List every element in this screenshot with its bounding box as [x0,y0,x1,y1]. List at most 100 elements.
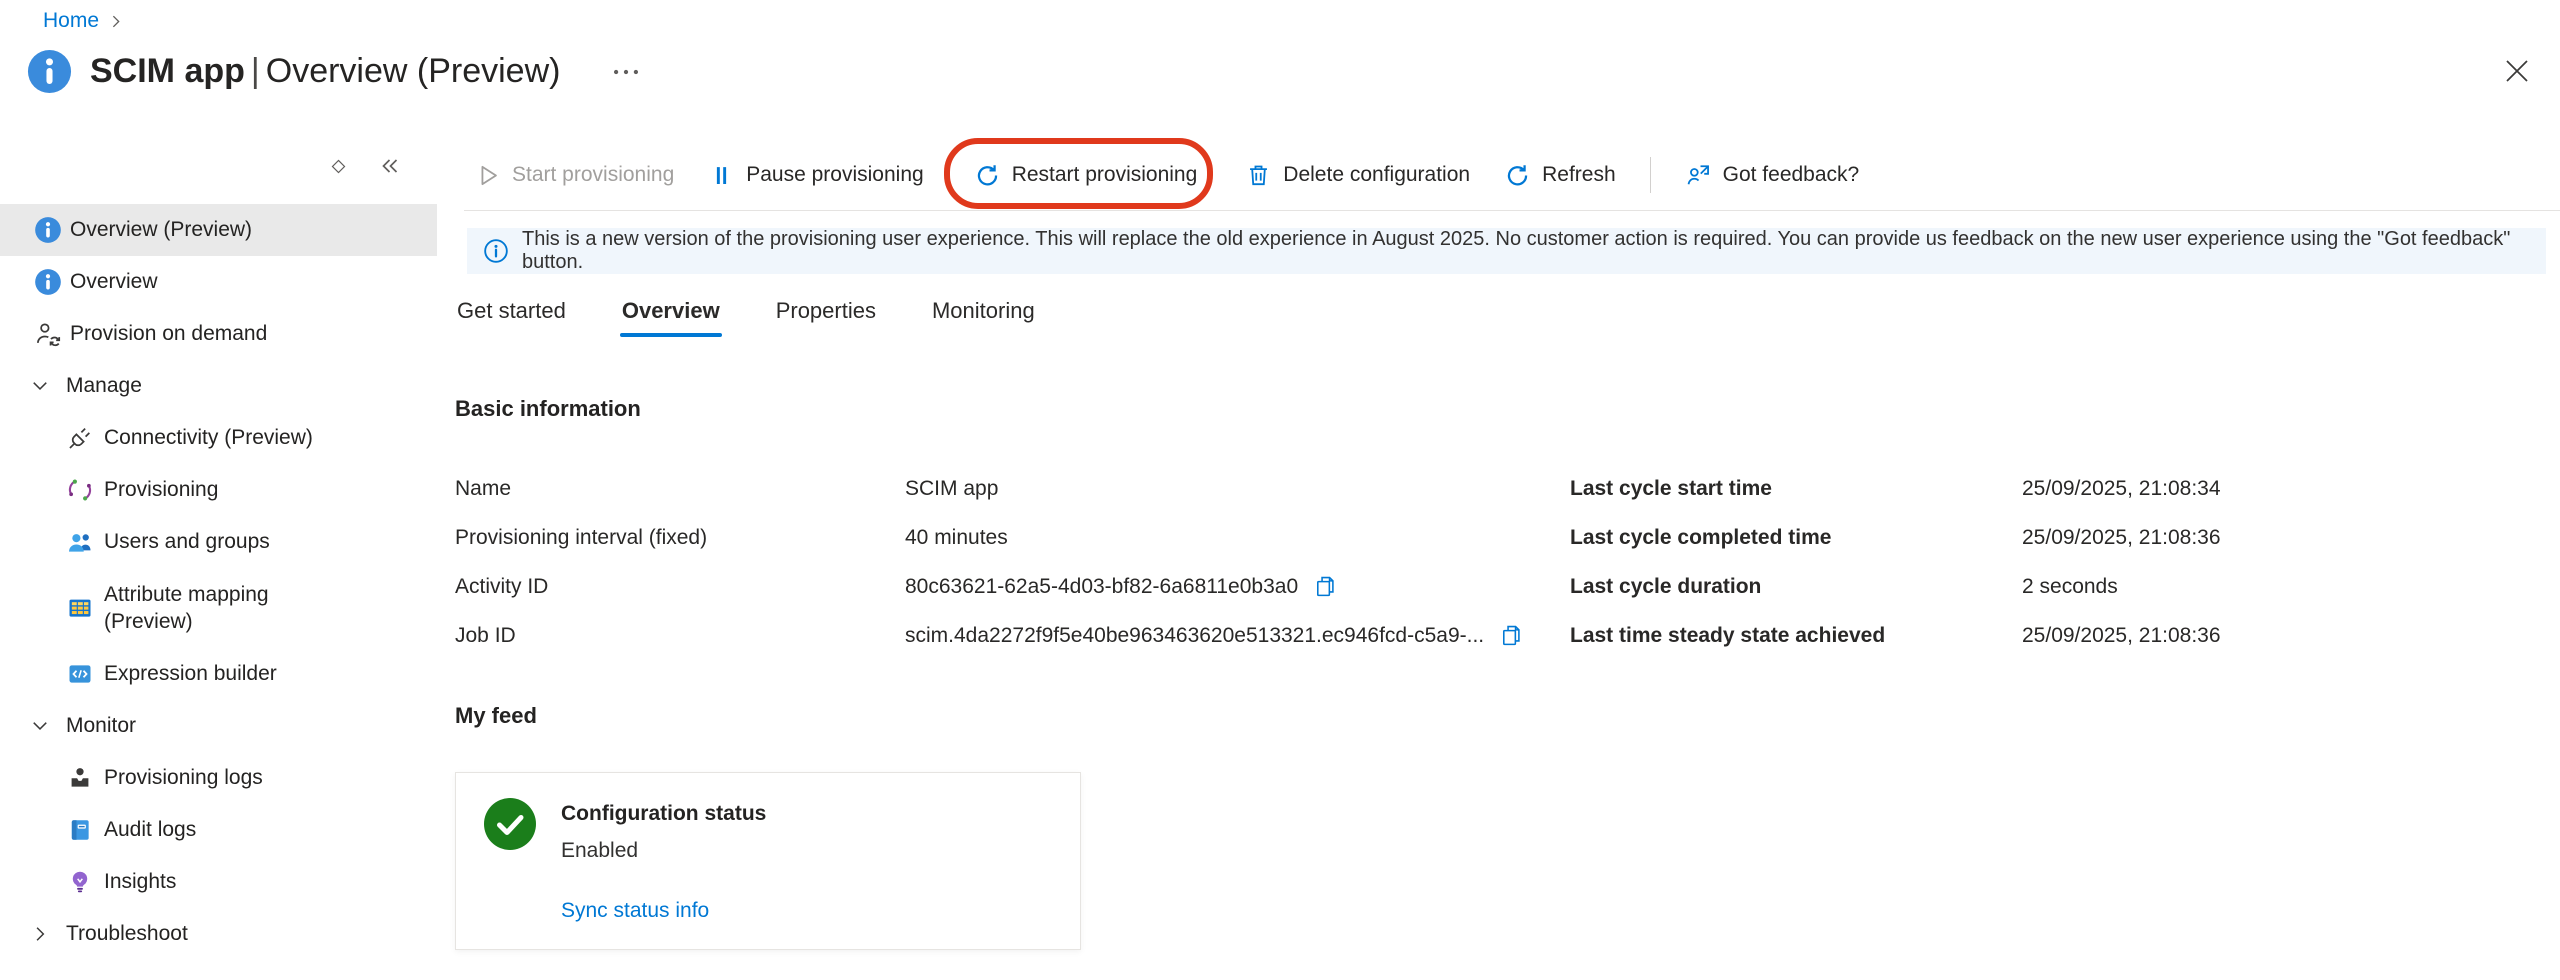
sync-status-info-link[interactable]: Sync status info [561,899,709,923]
info-value: 80c63621-62a5-4d03-bf82-6a6811e0b3a0 [905,574,1570,599]
command-bar: Start provisioning Pause provisioning Rest… [437,140,2560,210]
app-info-icon [26,48,73,95]
sidebar-item-label: Connectivity (Preview) [104,424,313,451]
app-name: SCIM app [90,52,245,90]
audit-logs-icon [66,816,94,844]
refresh-icon [1504,162,1531,189]
connectivity-icon [66,424,94,452]
sidebar-item-audit-logs[interactable]: Audit logs [0,804,437,856]
status-value: Enabled [561,839,766,863]
info-value: SCIM app [905,477,1570,501]
breadcrumb-home-link[interactable]: Home [43,9,99,33]
toolbar-button-label: Restart provisioning [1012,163,1198,187]
info-value: scim.4da2272f9f5e40be963463620e513321.ec… [905,623,1570,648]
view-name: Overview (Preview) [266,52,561,90]
info-label: Last cycle start time [1570,477,2022,501]
sidebar-item-label: Provisioning logs [104,764,263,791]
sidebar-item-provision-on-demand[interactable]: Provision on demand [0,308,437,360]
chevron-down-icon [30,376,50,396]
sidebar-item-insights[interactable]: Insights [0,856,437,908]
sidebar-item-overview-preview-[interactable]: Overview (Preview) [0,204,437,256]
refresh-button[interactable]: Refresh [1504,162,1616,189]
sidebar-item-attribute-mapping-preview-[interactable]: Attribute mapping (Preview) [0,568,437,648]
copy-icon[interactable] [1499,623,1524,648]
sidebar-item-label: Expression builder [104,660,277,687]
resize-handle-icon[interactable] [330,158,347,175]
play-icon [474,162,501,189]
sidebar-tools [330,154,401,178]
info-label: Job ID [455,624,905,648]
more-options-icon[interactable] [609,55,643,89]
provisioning-icon [66,476,94,504]
sidebar-item-overview[interactable]: Overview [0,256,437,308]
sidebar-item-label: Overview (Preview) [70,216,252,243]
toolbar-button-label: Pause provisioning [746,163,923,187]
info-outline-icon [483,238,509,264]
info-label: Activity ID [455,575,905,599]
restart-provisioning-button[interactable]: Restart provisioning [974,162,1198,189]
sidebar-item-expression-builder[interactable]: Expression builder [0,648,437,700]
card-title: Configuration status [561,802,766,826]
sidebar-item-label: Audit logs [104,816,196,843]
close-icon[interactable] [2502,56,2532,86]
provision-on-demand-icon [34,320,62,348]
info-value-text: scim.4da2272f9f5e40be963463620e513321.ec… [905,624,1484,648]
info-banner-text: This is a new version of the provisionin… [522,228,2530,274]
pause-provisioning-button[interactable]: Pause provisioning [708,162,923,189]
users-groups-icon [66,528,94,556]
feedback-icon [1685,162,1712,189]
copy-icon[interactable] [1313,574,1338,599]
info-icon [34,216,62,244]
info-label: Name [455,477,905,501]
attribute-mapping-icon [66,594,94,622]
insights-icon [66,868,94,896]
sidebar-item-label: Users and groups [104,528,270,555]
sidebar-item-label: Insights [104,868,176,895]
info-value-text: 80c63621-62a5-4d03-bf82-6a6811e0b3a0 [905,575,1298,599]
provisioning-logs-icon [66,764,94,792]
sidebar-item-label: Provision on demand [70,320,267,347]
configuration-status-row: Configuration status Enabled [484,798,1080,863]
my-feed-heading: My feed [455,703,537,729]
collapse-sidebar-icon[interactable] [377,154,401,178]
info-value: 40 minutes [905,526,1570,550]
info-value: 25/09/2025, 21:08:34 [2022,477,2221,501]
expression-builder-icon [66,660,94,688]
sidebar-item-label: Provisioning [104,476,218,503]
got-feedback--button[interactable]: Got feedback? [1685,162,1860,189]
main-panel: Start provisioning Pause provisioning Rest… [437,140,2560,980]
sidebar: Overview (Preview) Overview Provision on d… [0,140,437,980]
tab-monitoring[interactable]: Monitoring [930,298,1037,337]
restart-icon [974,162,1001,189]
sidebar-item-connectivity-preview-[interactable]: Connectivity (Preview) [0,412,437,464]
chevron-down-icon [30,716,50,736]
breadcrumb-chevron-icon [107,13,124,30]
sidebar-group-troubleshoot[interactable]: Troubleshoot [0,908,437,960]
sidebar-group-monitor[interactable]: Monitor [0,700,437,752]
toolbar-separator [1650,157,1651,193]
title-separator: | [251,52,260,90]
info-value: 25/09/2025, 21:08:36 [2022,624,2221,648]
tab-properties[interactable]: Properties [774,298,878,337]
sidebar-group-manage[interactable]: Manage [0,360,437,412]
delete-configuration-button[interactable]: Delete configuration [1245,162,1470,189]
tab-bar: Get started Overview Properties Monitoring [455,298,1037,337]
toolbar-divider [464,210,2560,211]
toolbar-button-label: Delete configuration [1283,163,1470,187]
info-value-text: SCIM app [905,477,998,501]
info-label: Provisioning interval (fixed) [455,526,905,550]
start-provisioning-button[interactable]: Start provisioning [474,162,674,189]
configuration-status-card: Configuration status Enabled Sync status… [455,772,1081,950]
check-circle-icon [484,798,536,850]
page-title: SCIM app|Overview (Preview) [90,52,560,91]
sidebar-item-label: Manage [66,372,142,399]
basic-information-grid: NameSCIM appLast cycle start time25/09/2… [455,464,2221,660]
sidebar-item-provisioning[interactable]: Provisioning [0,464,437,516]
sidebar-item-provisioning-logs[interactable]: Provisioning logs [0,752,437,804]
tab-get-started[interactable]: Get started [455,298,568,337]
sidebar-item-label: Attribute mapping (Preview) [104,581,309,636]
sidebar-item-users-and-groups[interactable]: Users and groups [0,516,437,568]
sidebar-item-label: Monitor [66,712,136,739]
sidebar-item-label: Troubleshoot [66,920,188,947]
tab-overview[interactable]: Overview [620,298,722,337]
